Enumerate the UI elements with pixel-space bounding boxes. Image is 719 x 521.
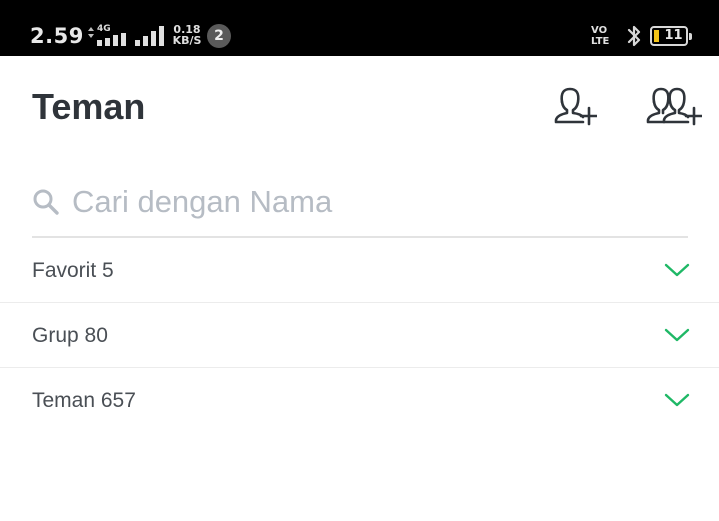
signal-icon-sim1 <box>97 33 126 46</box>
chevron-down-icon <box>664 393 690 407</box>
search-bar[interactable] <box>32 176 688 238</box>
bluetooth-icon <box>627 25 641 47</box>
signal-icon-sim2 <box>135 26 164 46</box>
page-title: Teman <box>32 86 146 127</box>
clock: 2.59 <box>30 24 84 48</box>
add-friend-icon <box>554 87 597 126</box>
add-friend-button[interactable] <box>553 86 597 126</box>
add-group-button[interactable] <box>644 86 702 126</box>
section-friends[interactable]: Teman 657 <box>0 368 719 433</box>
section-favorites[interactable]: Favorit 5 <box>0 238 719 303</box>
volte-top-label: VO <box>591 25 608 36</box>
volte-bottom-label: LTE <box>591 36 610 47</box>
battery-fill <box>654 30 659 42</box>
chevron-down-icon <box>664 328 690 342</box>
network-speed-unit: KB/S <box>172 34 202 47</box>
chevron-down-icon <box>664 263 690 277</box>
status-bar: 2.59 4G 0.18 KB/S 2 VO LTE 11 <box>0 0 719 56</box>
section-groups[interactable]: Grup 80 <box>0 303 719 368</box>
data-activity-icon <box>88 27 94 38</box>
search-input[interactable] <box>72 180 672 224</box>
network-speed: 0.18 KB/S <box>171 24 203 46</box>
section-groups-label: Grup 80 <box>32 324 108 347</box>
search-icon <box>33 189 59 215</box>
section-friends-label: Teman 657 <box>32 389 136 412</box>
section-favorites-label: Favorit 5 <box>32 259 114 282</box>
volte-indicator: VO LTE <box>591 25 621 47</box>
add-group-icon <box>646 87 702 126</box>
battery-level: 11 <box>664 28 683 43</box>
notification-count-badge: 2 <box>207 24 231 48</box>
battery-icon: 11 <box>650 26 692 46</box>
